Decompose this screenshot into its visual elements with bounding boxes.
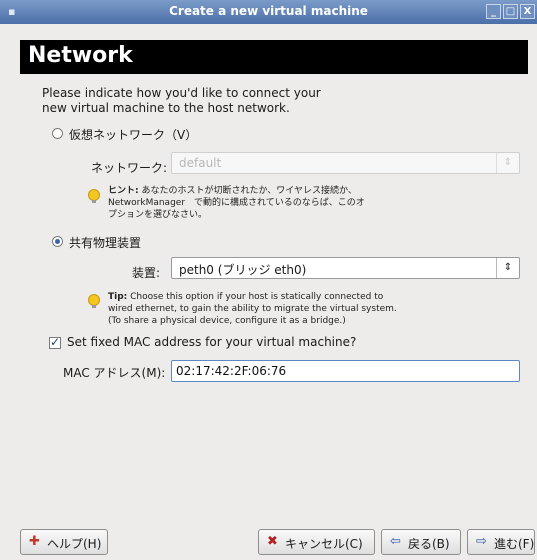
mac-address-field[interactable] (171, 360, 520, 382)
cancel-button[interactable]: ✖ キャンセル(C) (258, 529, 375, 555)
intro-text-line1: Please indicate how you'd like to connec… (42, 86, 321, 100)
tip-label: Tip: (108, 292, 128, 302)
help-button-label: ヘルプ(H) (47, 537, 102, 551)
window-titlebar[interactable]: ▪ Create a new virtual machine _ □ X (0, 0, 537, 24)
close-button[interactable]: X (520, 4, 535, 19)
device-select-value: peth0 (ブリッジ eth0) (179, 263, 307, 277)
window-title: Create a new virtual machine (169, 4, 368, 18)
hint-text-line3: プションを選びなさい。 (108, 210, 208, 220)
cancel-icon: ✖ (267, 534, 278, 549)
maximize-button[interactable]: □ (503, 4, 518, 19)
minimize-button[interactable]: _ (486, 4, 501, 19)
lightbulb-icon (88, 189, 100, 203)
shared-device-radio[interactable] (52, 236, 63, 247)
forward-button[interactable]: ⇨ 進む(F) (467, 529, 535, 555)
network-label: ネットワーク: (91, 161, 168, 175)
fixed-mac-checkbox-label[interactable]: Set fixed MAC address for your virtual m… (67, 335, 356, 349)
fixed-mac-checkbox[interactable] (49, 335, 61, 349)
updown-arrows-icon: ⇕ (496, 258, 519, 278)
tip-text-line1: Choose this option if your host is stati… (130, 292, 384, 302)
tip-text-line3: (To share a physical device, configure i… (108, 316, 346, 326)
virtual-network-radio-label[interactable]: 仮想ネットワーク（V） (69, 126, 197, 143)
lightbulb-icon (88, 294, 100, 308)
help-icon: ✚ (29, 534, 40, 549)
updown-arrows-icon: ⇕ (496, 153, 519, 173)
mac-address-input[interactable] (176, 363, 516, 379)
device-label: 装置: (132, 266, 161, 280)
page-header: Network (20, 40, 528, 74)
cancel-button-label: キャンセル(C) (285, 537, 363, 551)
forward-arrow-icon: ⇨ (476, 534, 487, 549)
forward-button-label: 進む(F) (494, 537, 535, 551)
tip-text-line2: wired ethernet, to gain the ability to m… (108, 304, 397, 314)
hint-label: ヒント: (108, 186, 139, 196)
mac-address-label: MAC アドレス(M): (63, 366, 166, 380)
back-button-label: 戻る(B) (408, 537, 450, 551)
page-title: Network (28, 43, 133, 68)
shared-device-radio-label[interactable]: 共有物理装置 (69, 234, 141, 251)
back-button[interactable]: ⇦ 戻る(B) (381, 529, 461, 555)
hint-text-line1: あなたのホストが切断されたか、ワイヤレス接続か、 (141, 186, 357, 196)
virtual-network-radio[interactable] (52, 128, 63, 139)
intro-text-line2: new virtual machine to the host network. (42, 101, 290, 115)
help-button[interactable]: ✚ ヘルプ(H) (20, 529, 108, 555)
network-select[interactable]: default ⇕ (171, 152, 520, 174)
network-hint: ヒント: あなたのホストが切断されたか、ワイヤレス接続か、 NetworkMan… (108, 185, 365, 221)
back-arrow-icon: ⇦ (390, 534, 401, 549)
device-select[interactable]: peth0 (ブリッジ eth0) ⇕ (171, 257, 520, 279)
hint-text-line2: NetworkManager で動的に構成されているのならば、このオ (108, 198, 365, 208)
network-select-value: default (179, 156, 222, 170)
device-tip: Tip: Choose this option if your host is … (108, 291, 397, 327)
